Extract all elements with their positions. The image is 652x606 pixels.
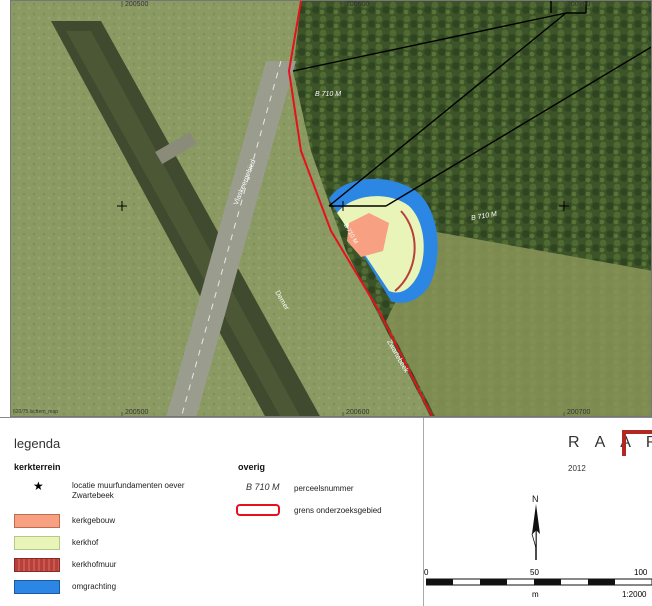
scale-label: 100	[634, 568, 648, 577]
parcel-label: B 710 M	[315, 91, 342, 98]
legend-item-label: kerkhofmuur	[72, 560, 117, 569]
legend-panel: legenda kerkterrein ★ locatie muurfundam…	[0, 417, 652, 606]
north-arrow-icon	[531, 504, 540, 560]
grid-x-label: 200500	[125, 1, 149, 8]
legend-item-label: locatie muurfundamenten oever Zwartebeek	[72, 481, 185, 500]
legend-swatch-omgrachting	[14, 580, 60, 594]
scale-label: 0	[424, 568, 429, 577]
brand-mark	[622, 430, 626, 456]
north-label: N	[532, 494, 539, 504]
legend-divider	[423, 418, 424, 606]
grid-x-label: 200600	[346, 409, 370, 416]
kerkterrein-heading: kerkterrein	[14, 462, 61, 472]
aerial-map[interactable]	[11, 1, 652, 417]
legend-boundary-text: grens onderzoeksgebied	[294, 506, 382, 515]
brand-mark	[622, 430, 652, 434]
legend-swatch-kerkhofmuur	[14, 558, 60, 572]
scale-ratio: 1:2000	[622, 590, 647, 599]
grid-x-label: 200600	[346, 1, 370, 8]
legend-boundary-swatch	[236, 504, 280, 516]
brand-logo: R A A R	[568, 434, 652, 452]
scale-bar	[426, 578, 652, 586]
scale-unit: m	[532, 590, 539, 599]
brand-year: 2012	[568, 464, 586, 473]
grid-y-label: 184600	[10, 180, 13, 205]
brand-letter: R	[568, 434, 581, 451]
grid-x-label: 200700	[567, 409, 591, 416]
legend-item-label: kerkhof	[72, 538, 99, 547]
overig-heading: overig	[238, 462, 266, 472]
grid-x-label: 200700	[567, 1, 591, 8]
brand-letter: A	[594, 434, 607, 451]
star-icon: ★	[33, 479, 44, 493]
brand-letter: R	[646, 434, 652, 452]
legend-parcel-text: perceelsnummer	[294, 484, 354, 493]
legend-swatch-kerkhof	[14, 536, 60, 550]
scale-label: 50	[530, 568, 539, 577]
legend-parcel-example: B 710 M	[246, 482, 280, 492]
legend-title: legenda	[14, 436, 61, 451]
map-filename: 620/75.lscttem_map	[13, 409, 59, 415]
legend-item-label: kerkgebouw	[72, 516, 116, 525]
grid-x-label: 200500	[125, 409, 149, 416]
legend-item-label: omgrachting	[72, 582, 117, 591]
map-frame[interactable]: 200500 200600 200700 200500 200600 20070…	[10, 0, 652, 417]
legend-swatch-kerkgebouw	[14, 514, 60, 528]
